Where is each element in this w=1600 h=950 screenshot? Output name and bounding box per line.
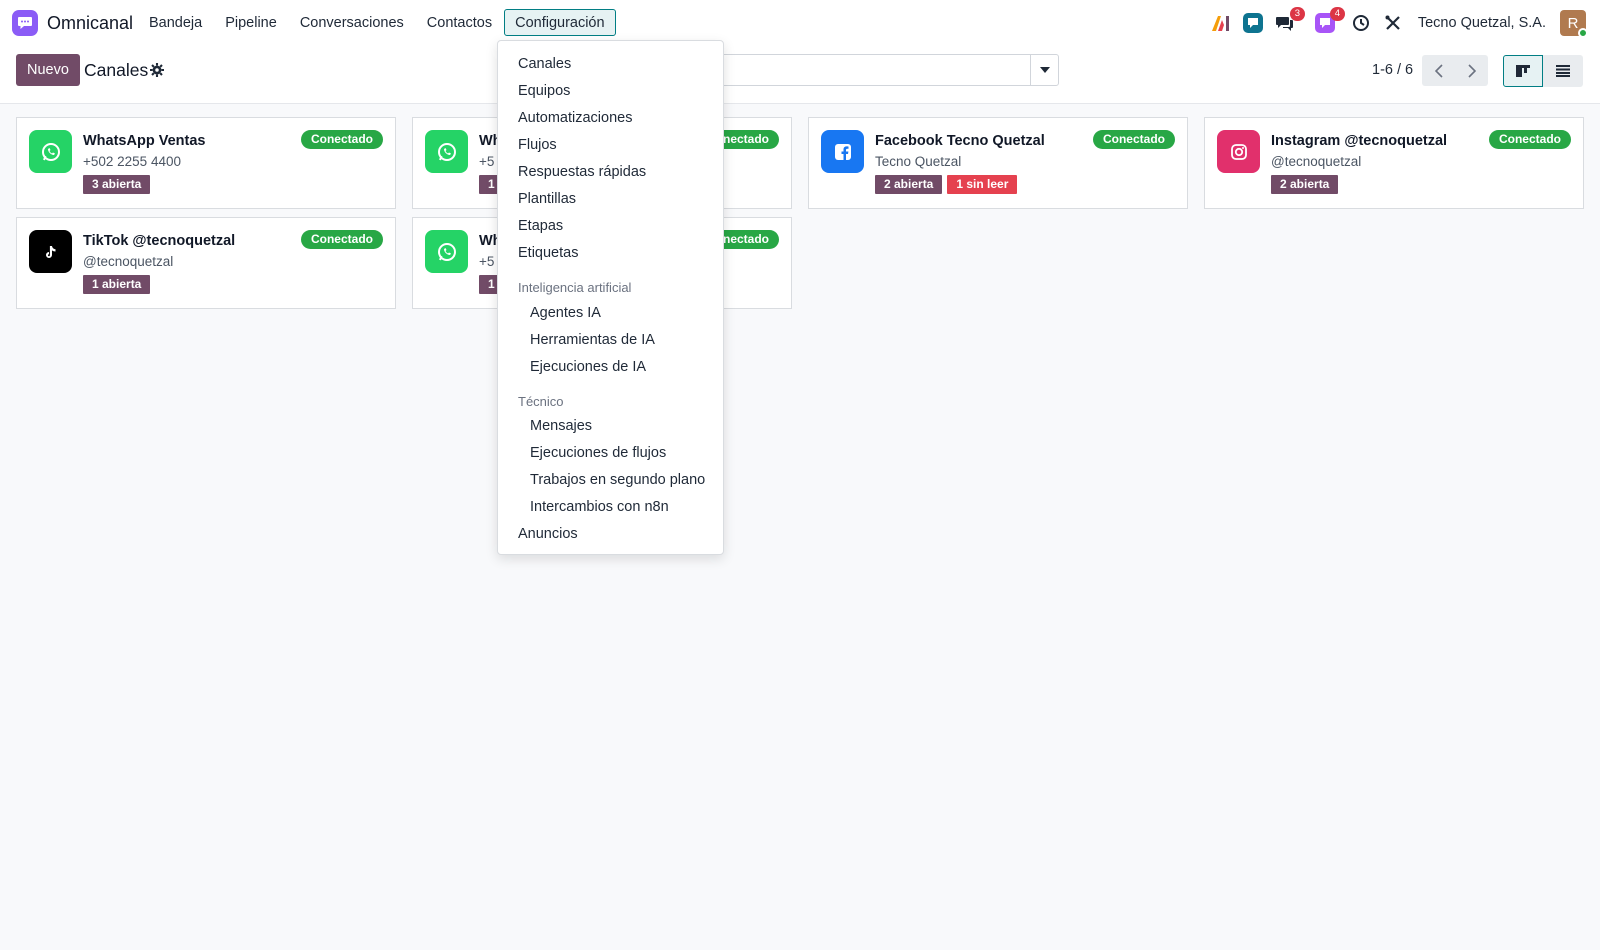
menu-item-flujos[interactable]: Flujos xyxy=(518,137,557,153)
menu-item-agentes-ia[interactable]: Agentes IA xyxy=(530,305,601,321)
search-options-toggle[interactable] xyxy=(1030,54,1059,86)
gear-icon[interactable] xyxy=(150,63,164,77)
chevron-left-icon xyxy=(1434,63,1443,78)
channel-subtitle: @tecnoquetzal xyxy=(1271,154,1362,169)
channel-name: TikTok @tecnoquetzal xyxy=(83,233,236,249)
menu-item-respuestas-rapidas[interactable]: Respuestas rápidas xyxy=(518,164,646,180)
avatar-initial: R xyxy=(1567,14,1579,32)
channel-subtitle: Tecno Quetzal xyxy=(875,154,962,169)
menu-item-ejecuciones-flujos[interactable]: Ejecuciones de flujos xyxy=(530,445,666,461)
facebook-icon xyxy=(821,130,864,173)
whatsapp-icon xyxy=(425,230,468,273)
menu-item-trabajos-segundo-plano[interactable]: Trabajos en segundo plano xyxy=(530,472,705,488)
omnicanal-logo-icon[interactable] xyxy=(12,10,38,36)
online-status-dot xyxy=(1578,28,1588,38)
activity-icon[interactable]: 4 xyxy=(1314,7,1345,34)
channel-card[interactable]: TikTok @tecnoquetzal @tecnoquetzal 1 abi… xyxy=(16,217,396,309)
channel-name: WhatsApp Ventas xyxy=(83,133,206,149)
menu-configuracion[interactable]: Configuración xyxy=(504,9,616,36)
open-count-tag: 2 abierta xyxy=(1271,175,1339,194)
channel-card[interactable]: WhatsApp Ventas +502 2255 4400 3 abierta… xyxy=(16,117,396,209)
search-input[interactable] xyxy=(710,54,1030,86)
pager-value[interactable]: 1-6 / 6 xyxy=(1372,62,1413,78)
kanban-view-button[interactable] xyxy=(1503,55,1543,87)
menu-item-equipos[interactable]: Equipos xyxy=(518,83,570,99)
list-view-button[interactable] xyxy=(1543,55,1583,87)
company-switcher[interactable]: Tecno Quetzal, S.A. xyxy=(1418,15,1546,31)
menu-item-herramientas-ia[interactable]: Herramientas de IA xyxy=(530,332,655,348)
clock-glyph-icon xyxy=(1352,15,1369,31)
new-button[interactable]: Nuevo xyxy=(16,54,80,86)
menu-item-mensajes[interactable]: Mensajes xyxy=(530,418,592,434)
top-navbar: Omnicanal Bandeja Pipeline Conversacione… xyxy=(0,0,1600,46)
menu-item-etiquetas[interactable]: Etiquetas xyxy=(518,245,578,261)
menu-item-ejecuciones-ia[interactable]: Ejecuciones de IA xyxy=(530,359,646,375)
menu-item-etapas[interactable]: Etapas xyxy=(518,218,563,234)
open-count-tag: 2 abierta xyxy=(875,175,943,194)
wrench-screwdriver-icon xyxy=(1385,15,1400,30)
tiktok-icon xyxy=(29,230,72,273)
pager-previous-button[interactable] xyxy=(1422,55,1455,86)
systray: 3 4 Tecno Quetzal, S.A. R xyxy=(1200,7,1588,38)
channel-subtitle: +502 2255 4400 xyxy=(83,154,181,169)
menu-item-plantillas[interactable]: Plantillas xyxy=(518,191,576,207)
page-title: Canales xyxy=(84,60,149,80)
caret-down-icon xyxy=(1039,67,1050,73)
whatsapp-icon xyxy=(29,130,72,173)
tools-icon[interactable] xyxy=(1382,12,1404,34)
channel-card[interactable]: Instagram @tecnoquetzal @tecnoquetzal 2 … xyxy=(1204,117,1584,209)
activity-badge: 4 xyxy=(1329,7,1345,21)
ai-assistant-icon[interactable] xyxy=(1210,12,1232,34)
section-header-tecnico: Técnico xyxy=(518,394,564,409)
menu-item-anuncios[interactable]: Anuncios xyxy=(518,526,578,542)
channel-subtitle: @tecnoquetzal xyxy=(83,254,174,269)
status-badge: Conectado xyxy=(1092,130,1175,149)
whatsapp-icon xyxy=(425,130,468,173)
status-badge: Conectado xyxy=(300,130,383,149)
menu-conversaciones[interactable]: Conversaciones xyxy=(289,9,415,36)
open-count-tag: 1 abierta xyxy=(83,275,151,294)
menu-item-canales[interactable]: Canales xyxy=(518,56,571,72)
pager-next-button[interactable] xyxy=(1455,55,1488,86)
user-avatar[interactable]: R xyxy=(1560,10,1588,38)
menu-contactos[interactable]: Contactos xyxy=(416,9,503,36)
status-badge: Conectado xyxy=(300,230,383,249)
configuracion-dropdown: Canales Equipos Automatizaciones Flujos … xyxy=(497,40,724,555)
messages-badge: 3 xyxy=(1289,7,1305,21)
inbox-icon[interactable] xyxy=(1242,12,1264,34)
kanban-icon xyxy=(1516,65,1530,77)
app-name[interactable]: Omnicanal xyxy=(47,13,133,34)
channel-name: Facebook Tecno Quetzal xyxy=(875,133,1045,149)
menu-bandeja[interactable]: Bandeja xyxy=(138,9,213,36)
menu-item-intercambios-n8n[interactable]: Intercambios con n8n xyxy=(530,499,669,515)
chat-bubble-icon xyxy=(18,17,32,29)
channel-name: Instagram @tecnoquetzal xyxy=(1271,133,1448,149)
channel-card[interactable]: Facebook Tecno Quetzal Tecno Quetzal 2 a… xyxy=(808,117,1188,209)
channel-subtitle: +5 xyxy=(479,254,495,269)
section-header-ia: Inteligencia artificial xyxy=(518,280,632,295)
messages-icon[interactable]: 3 xyxy=(1274,7,1305,34)
instagram-icon xyxy=(1217,130,1260,173)
list-icon xyxy=(1556,65,1570,77)
ai-logo-icon xyxy=(1211,16,1229,31)
channel-subtitle: +5 xyxy=(479,154,495,169)
chevron-right-icon xyxy=(1467,63,1476,78)
menu-item-automatizaciones[interactable]: Automatizaciones xyxy=(518,110,632,126)
clock-icon[interactable] xyxy=(1350,12,1372,34)
control-panel: Nuevo Canales 1-6 / 6 xyxy=(0,46,1600,104)
main-menu: Bandeja Pipeline Conversaciones Contacto… xyxy=(138,9,617,36)
status-badge: Conectado xyxy=(1488,130,1571,149)
message-square-icon xyxy=(1242,13,1263,33)
menu-pipeline[interactable]: Pipeline xyxy=(214,9,288,36)
open-count-tag: 3 abierta xyxy=(83,175,151,194)
unread-count-tag: 1 sin leer xyxy=(947,175,1018,194)
